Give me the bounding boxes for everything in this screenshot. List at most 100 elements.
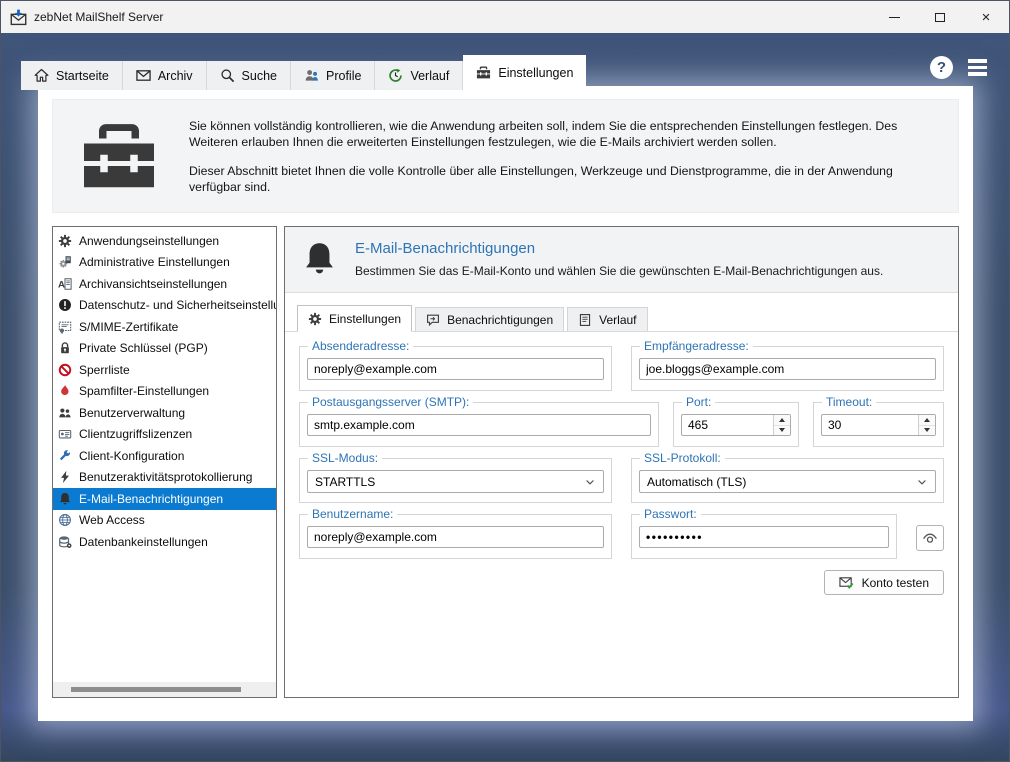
sidebar-item-label: Archivansichtseinstellungen [79, 276, 228, 291]
bell-icon [301, 238, 338, 280]
tab-einstellungen[interactable]: Einstellungen [463, 55, 587, 90]
sidebar-item-sperrliste[interactable]: Sperrliste [53, 359, 276, 381]
email-notifications-panel: E-Mail-Benachrichtigungen Bestimmen Sie … [284, 226, 959, 698]
admin-gear-icon [58, 255, 72, 269]
sidebar-item-label: Clientzugriffslizenzen [79, 427, 193, 442]
sidebar-item-label: Web Access [79, 513, 145, 528]
password-input[interactable] [639, 526, 889, 548]
sidebar-item-datenschutz-und-sicherheitseinstellungen[interactable]: Datenschutz- und Sicherheitseinstellunge… [53, 295, 276, 317]
username-input[interactable] [307, 526, 604, 548]
chat-icon [426, 313, 440, 327]
hamburger-icon [968, 59, 987, 63]
sidebar-item-archivansichtseinstellungen[interactable]: A Archivansichtseinstellungen [53, 273, 276, 295]
timeout-label: Timeout: [822, 395, 877, 409]
sidebar-item-benutzeraktivit-tsprotokollierung[interactable]: Benutzeraktivitätsprotokollierung [53, 467, 276, 489]
sidebar-item-label: S/MIME-Zertifikate [79, 319, 179, 334]
sidebar-item-clientzugriffslizenzen[interactable]: Clientzugriffslizenzen [53, 424, 276, 446]
panel-tab-label: Verlauf [599, 312, 637, 327]
sidebar-item-datenbankeinstellungen[interactable]: Datenbankeinstellungen [53, 531, 276, 553]
sidebar-item-label: Benutzeraktivitätsprotokollierung [79, 470, 253, 485]
tab-label: Einstellungen [498, 65, 574, 80]
toolbox-icon [79, 121, 159, 191]
archive-view-icon: A [58, 277, 72, 291]
sidebar-item-client-konfiguration[interactable]: Client-Konfiguration [53, 445, 276, 467]
sidebar-item-private-schl-ssel-pgp[interactable]: Private Schlüssel (PGP) [53, 338, 276, 360]
sidebar-item-administrative-einstellungen[interactable]: Administrative Einstellungen [53, 252, 276, 274]
username-label: Benutzername: [308, 507, 398, 521]
panel-subtitle: Bestimmen Sie das E-Mail-Konto und wähle… [355, 264, 884, 278]
toolbox-icon [476, 65, 491, 80]
panel-tab-benachrichtigungen[interactable]: Benachrichtigungen [415, 307, 565, 331]
panel-tab-label: Benachrichtigungen [447, 312, 554, 327]
tab-profile[interactable]: Profile [291, 61, 376, 90]
tab-label: Profile [326, 68, 362, 83]
maximize-button[interactable] [917, 1, 963, 33]
window-body: Startseite Archiv Suche Profile Verlauf Einst… [1, 33, 1009, 761]
email-account-form: Absenderadresse: Empfängeradresse: Posta… [285, 332, 958, 697]
ssl-mode-select[interactable]: STARTTLS [307, 470, 604, 493]
gear-icon [308, 312, 322, 326]
timeout-spin-up[interactable] [919, 415, 935, 426]
home-icon [34, 68, 49, 83]
ssl-mode-value: STARTTLS [315, 474, 376, 489]
spin-up-icon [779, 417, 785, 422]
recipient-address-input[interactable] [639, 358, 936, 380]
minimize-button[interactable] [871, 1, 917, 33]
sidebar-item-anwendungseinstellungen[interactable]: Anwendungseinstellungen [53, 230, 276, 252]
sidebar-item-s-mime-zertifikate[interactable]: S/MIME-Zertifikate [53, 316, 276, 338]
ssl-protocol-select[interactable]: Automatisch (TLS) [639, 470, 936, 493]
history-icon [388, 68, 403, 83]
ssl-mode-group: SSL-Modus: STARTTLS [299, 451, 612, 503]
port-spin-up[interactable] [774, 415, 790, 426]
menu-button[interactable] [968, 59, 987, 76]
sidebar-item-label: Client-Konfiguration [79, 448, 185, 463]
tab-suche[interactable]: Suche [206, 61, 291, 90]
close-button[interactable]: × [963, 1, 1009, 33]
smtp-server-input[interactable] [307, 414, 651, 436]
sidebar-item-benutzerverwaltung[interactable]: Benutzerverwaltung [53, 402, 276, 424]
spin-up-icon [924, 417, 930, 422]
gear-icon [58, 234, 72, 248]
sidebar-item-label: Private Schlüssel (PGP) [79, 341, 208, 356]
help-button[interactable]: ? [930, 56, 953, 79]
panel-tab-einstellungen[interactable]: Einstellungen [297, 305, 413, 332]
port-spin-down[interactable] [774, 426, 790, 436]
sidebar-item-label: Datenbankeinstellungen [79, 534, 208, 549]
username-group: Benutzername: [299, 507, 612, 559]
sidebar-item-web-access[interactable]: Web Access [53, 510, 276, 532]
warning-circle-icon [58, 298, 72, 312]
sidebar-item-label: E-Mail-Benachrichtigungen [79, 491, 224, 506]
sidebar-item-spamfilter-einstellungen[interactable]: Spamfilter-Einstellungen [53, 381, 276, 403]
tab-startseite[interactable]: Startseite [21, 61, 123, 90]
test-account-button[interactable]: Konto testen [823, 570, 944, 595]
journal-icon [578, 313, 592, 327]
panel-tab-verlauf[interactable]: Verlauf [567, 307, 648, 331]
help-icon: ? [936, 59, 947, 76]
profile-icon [304, 68, 319, 83]
recipient-address-label: Empfängeradresse: [640, 339, 753, 353]
sidebar-item-label: Administrative Einstellungen [79, 255, 230, 270]
recipient-address-group: Empfängeradresse: [631, 339, 944, 391]
settings-category-list: Anwendungseinstellungen Administrative Ei… [52, 226, 277, 698]
tab-archiv[interactable]: Archiv [122, 61, 207, 90]
database-icon [58, 535, 72, 549]
spin-down-icon [924, 428, 930, 433]
reveal-password-button[interactable] [916, 525, 944, 551]
sender-address-group: Absenderadresse: [299, 339, 612, 391]
title-bar: zebNet MailShelf Server × [1, 1, 1009, 33]
sidebar-item-e-mail-benachrichtigungen[interactable]: E-Mail-Benachrichtigungen [53, 488, 276, 510]
minimize-icon [888, 16, 900, 18]
chevron-down-icon [584, 476, 596, 488]
panel-tab-bar: Einstellungen Benachrichtigungen Verlauf [285, 293, 958, 332]
password-group: Passwort: [631, 507, 897, 559]
timeout-spin-down[interactable] [919, 426, 935, 436]
intro-paragraph-2: Dieser Abschnitt bietet Ihnen die volle … [189, 163, 893, 194]
sidebar-horizontal-scrollbar[interactable] [53, 682, 276, 697]
panel-title: E-Mail-Benachrichtigungen [355, 240, 536, 257]
tab-verlauf[interactable]: Verlauf [375, 61, 464, 90]
sender-address-input[interactable] [307, 358, 604, 380]
tab-label: Archiv [157, 68, 193, 83]
panel-header: E-Mail-Benachrichtigungen Bestimmen Sie … [285, 227, 958, 293]
app-mail-icon [10, 9, 27, 26]
scrollbar-thumb[interactable] [71, 687, 241, 692]
